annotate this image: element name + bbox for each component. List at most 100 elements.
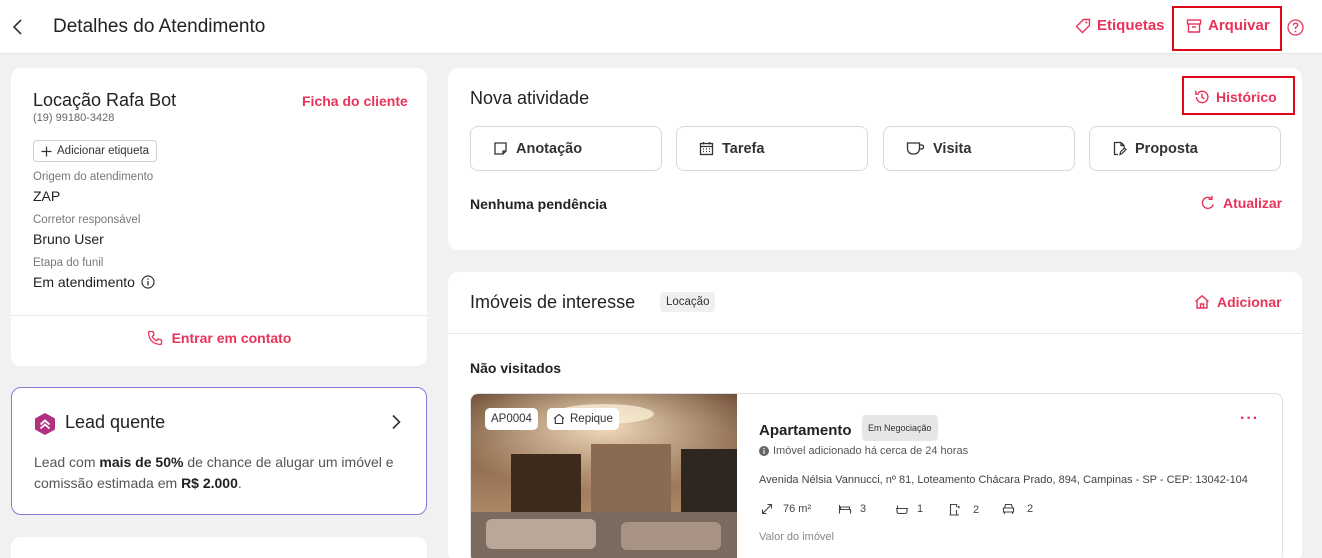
lead-text-3: .: [237, 475, 242, 491]
property-value-label: Valor do imóvel: [759, 531, 834, 543]
origin-value-text: ZAP: [33, 188, 61, 204]
new-activity-title: Nova atividade: [470, 88, 590, 108]
document-edit-icon: [1112, 141, 1127, 156]
not-visited-heading: Não visitados: [470, 360, 562, 376]
refresh-icon: [1200, 195, 1216, 211]
archive-icon: [1186, 18, 1202, 34]
broker-value: Bruno User: [33, 231, 104, 247]
card-divider: [11, 315, 427, 316]
origin-label: Origem do atendimento: [33, 171, 154, 183]
plus-icon: [41, 146, 52, 157]
refresh-label: Atualizar: [1223, 195, 1283, 211]
repique-label: Repique: [570, 413, 613, 425]
home-icon: [1194, 294, 1210, 310]
contact-label: Entrar em contato: [171, 330, 292, 346]
parking-feature: 2: [1002, 503, 1033, 515]
note-button[interactable]: Anotação: [470, 126, 662, 171]
proposal-label: Proposta: [1135, 140, 1198, 157]
history-label: Histórico: [1216, 89, 1277, 105]
funnel-stage-label: Etapa do funil: [33, 257, 104, 269]
info-icon[interactable]: [141, 275, 155, 289]
property-type: Apartamento: [759, 422, 852, 439]
bathrooms-feature: 1: [895, 503, 923, 515]
status-badge: Em Negociação: [862, 415, 938, 441]
funnel-stage-text: Em atendimento: [33, 274, 135, 290]
tags-label: Etiquetas: [1097, 17, 1165, 34]
hot-lead-icon: [34, 412, 56, 436]
repique-pill: Repique: [547, 408, 619, 430]
parking-value: 2: [1027, 503, 1034, 515]
car-icon: [1002, 503, 1015, 515]
client-name: Locação Rafa Bot: [33, 90, 177, 110]
properties-divider: [448, 333, 1302, 334]
tags-button[interactable]: Etiquetas: [1075, 17, 1165, 34]
task-button[interactable]: Tarefa: [676, 126, 868, 171]
property-address: Avenida Nélsia Vannucci, nº 81, Loteamen…: [759, 474, 1248, 486]
suites-feature: 2: [949, 503, 979, 516]
add-tag-button[interactable]: Adicionar etiqueta: [33, 140, 158, 162]
bedrooms-feature: 3: [838, 503, 866, 515]
proposal-button[interactable]: Proposta: [1089, 126, 1281, 171]
client-card: Locação Rafa Bot (19) 99180-3428 Ficha d…: [11, 68, 427, 366]
bed-icon: [838, 503, 852, 515]
broker-label: Corretor responsável: [33, 214, 141, 226]
info-filled-icon: [759, 446, 769, 456]
suites-value: 2: [973, 503, 980, 516]
add-property-button[interactable]: Adicionar: [1194, 294, 1282, 310]
property-card[interactable]: AP0004 Repique Apartamento Em Negociação…: [470, 393, 1283, 558]
lead-card[interactable]: Lead quente Lead com mais de 50% de chan…: [11, 387, 427, 515]
add-tag-label: Adicionar etiqueta: [57, 145, 150, 157]
top-header: Detalhes do Atendimento Etiquetas Arquiv…: [0, 0, 1322, 54]
refresh-button[interactable]: Atualizar: [1200, 195, 1282, 211]
home-small-icon: [553, 413, 565, 425]
back-arrow-icon[interactable]: [8, 17, 28, 37]
origin-value: ZAP: [33, 188, 60, 204]
more-options-icon[interactable]: ···: [1240, 410, 1259, 428]
broker-value-text: Bruno User: [33, 231, 104, 247]
archive-button[interactable]: Arquivar: [1186, 17, 1270, 34]
next-card-stub: [11, 537, 427, 558]
chevron-right-icon[interactable]: [389, 414, 403, 430]
properties-title: Imóveis de interesse: [470, 292, 636, 312]
lead-description: Lead com mais de 50% de chance de alugar…: [34, 452, 414, 494]
properties-card: Imóveis de interesse Locação Adicionar N…: [448, 272, 1302, 558]
area-value: 76 m²: [783, 503, 812, 515]
add-property-label: Adicionar: [1217, 294, 1282, 310]
expand-icon: [761, 503, 773, 515]
help-icon[interactable]: [1287, 19, 1304, 36]
lead-text-1: Lead com: [34, 454, 100, 470]
visit-button[interactable]: Visita: [883, 126, 1075, 171]
lead-chance: mais de 50%: [99, 454, 184, 470]
added-note-text: Imóvel adicionado há cerca de 24 horas: [773, 445, 969, 457]
cup-icon: [906, 141, 925, 156]
property-photo[interactable]: AP0004 Repique: [471, 394, 737, 558]
visit-label: Visita: [933, 140, 972, 157]
client-phone: (19) 99180-3428: [33, 112, 115, 124]
bathrooms-value: 1: [917, 503, 924, 515]
area-feature: 76 m²: [761, 503, 811, 515]
rental-badge: Locação: [660, 292, 716, 312]
added-note: Imóvel adicionado há cerca de 24 horas: [759, 445, 968, 457]
archive-label: Arquivar: [1208, 17, 1270, 34]
phone-icon: [147, 330, 163, 346]
history-icon: [1194, 89, 1210, 105]
history-button[interactable]: Histórico: [1194, 89, 1277, 105]
tag-icon: [1075, 18, 1091, 34]
task-label: Tarefa: [722, 140, 765, 157]
door-icon: [949, 503, 961, 516]
contact-button[interactable]: Entrar em contato: [11, 330, 427, 346]
calendar-icon: [699, 141, 714, 156]
property-code: AP0004: [491, 413, 532, 425]
lead-commission: R$ 2.000: [181, 475, 238, 491]
pending-status: Nenhuma pendência: [470, 196, 607, 212]
client-profile-link[interactable]: Ficha do cliente: [302, 93, 408, 109]
bathtub-icon: [895, 503, 909, 515]
bedrooms-value: 3: [860, 503, 867, 515]
note-icon: [493, 141, 508, 156]
lead-title: Lead quente: [65, 412, 166, 432]
page-title: Detalhes do Atendimento: [53, 16, 266, 37]
funnel-stage-value: Em atendimento: [33, 274, 155, 290]
new-activity-card: Nova atividade Histórico Anotação Tarefa…: [448, 68, 1302, 250]
property-code-pill: AP0004: [485, 408, 538, 430]
note-label: Anotação: [516, 140, 583, 157]
